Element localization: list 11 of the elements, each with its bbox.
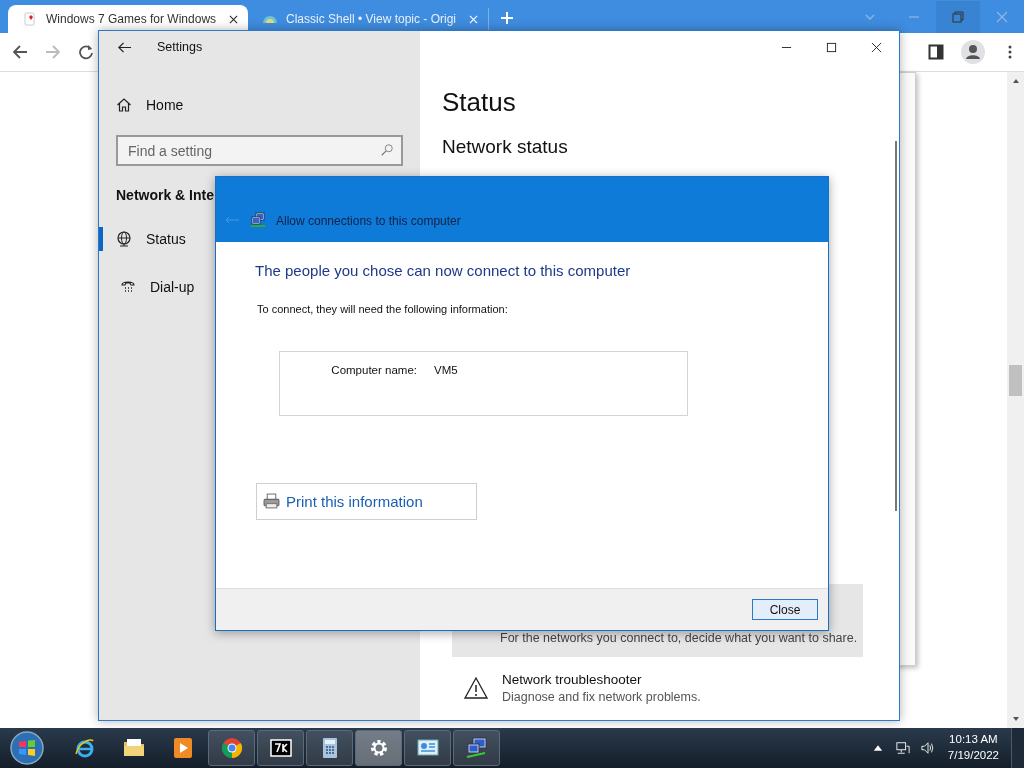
field-label: Computer name: bbox=[330, 364, 417, 376]
window-title: Settings bbox=[157, 40, 203, 54]
page-heading: Status bbox=[442, 87, 517, 118]
field-value: VM5 bbox=[434, 364, 458, 376]
troubleshooter-description: Diagnose and fix network problems. bbox=[502, 690, 701, 704]
dialog-title: Allow connections to this computer bbox=[276, 214, 461, 228]
dialog-heading: The people you chose can now connect to this computer bbox=[255, 262, 631, 279]
section-title: Network & Inte bbox=[116, 187, 215, 203]
section-heading: Network status bbox=[442, 136, 569, 158]
troubleshooter-title: Network troubleshooter bbox=[502, 672, 643, 687]
instruction-text: To connect, they will need the following information: bbox=[257, 303, 508, 315]
